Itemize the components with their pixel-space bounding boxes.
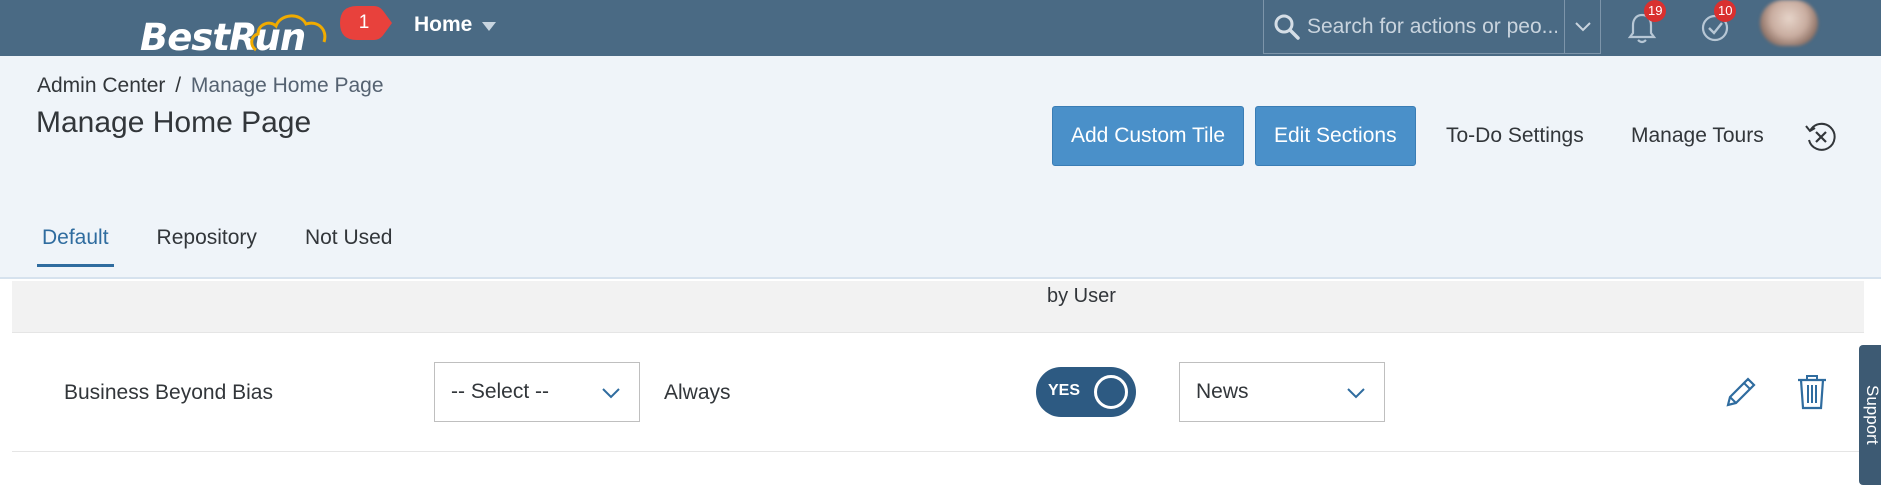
caret-down-icon — [482, 22, 497, 31]
tab-not-used[interactable]: Not Used — [300, 226, 398, 267]
notifications-button[interactable]: 19 — [1626, 0, 1667, 46]
tab-repository[interactable]: Repository — [152, 226, 262, 267]
table-header: by User — [12, 281, 1864, 333]
tab-bar: Default Repository Not Used — [37, 226, 435, 267]
notifications-count-badge: 19 — [1644, 0, 1667, 22]
restore-close-icon[interactable] — [1804, 120, 1838, 154]
support-label: Support — [1863, 385, 1881, 445]
cloud-icon — [250, 14, 327, 52]
add-custom-tile-button[interactable]: Add Custom Tile — [1052, 106, 1245, 166]
breadcrumb-separator: / — [175, 74, 182, 97]
breadcrumb: Admin Center / Manage Home Page — [37, 74, 384, 98]
tile-name: Business Beyond Bias — [64, 381, 273, 404]
visibility-value: Always — [664, 381, 731, 404]
user-avatar[interactable] — [1760, 0, 1818, 46]
todo-button[interactable]: 10 — [1698, 0, 1737, 46]
breadcrumb-current: Manage Home Page — [190, 74, 384, 97]
search-icon[interactable] — [1273, 13, 1301, 41]
tile-type-select-value: -- Select -- — [451, 380, 550, 403]
tile-type-select[interactable]: -- Select -- — [434, 362, 640, 422]
chevron-down-icon — [1574, 21, 1591, 31]
tab-default[interactable]: Default — [37, 226, 114, 267]
search-input[interactable] — [1307, 14, 1557, 39]
step-marker: 1 — [338, 4, 394, 42]
toggle-label: YES — [1048, 382, 1081, 399]
trash-icon[interactable] — [1794, 373, 1830, 411]
section-select[interactable]: News — [1179, 362, 1385, 422]
breadcrumb-admin-center[interactable]: Admin Center — [37, 74, 165, 97]
support-tab[interactable]: Support — [1859, 345, 1881, 485]
column-header-fragment: by User — [1047, 285, 1116, 307]
chevron-down-icon — [602, 388, 620, 399]
toggle-knob — [1094, 375, 1128, 409]
chevron-down-icon — [1347, 388, 1365, 399]
search-scope-dropdown[interactable] — [1565, 0, 1601, 54]
edit-sections-button[interactable]: Edit Sections — [1255, 106, 1416, 166]
removable-by-user-toggle[interactable]: YES — [1036, 367, 1136, 417]
table-row: Business Beyond Bias -- Select -- Always… — [12, 333, 1864, 452]
pencil-icon[interactable] — [1722, 373, 1758, 411]
page-header: Admin Center / Manage Home Page Manage H… — [0, 56, 1881, 279]
todo-settings-button[interactable]: To-Do Settings — [1446, 106, 1584, 166]
home-menu-button[interactable]: Home — [414, 13, 497, 37]
company-logo[interactable]: BestRun — [140, 12, 330, 59]
todo-count-badge: 10 — [1714, 0, 1737, 22]
page-title: Manage Home Page — [36, 106, 312, 139]
step-number: 1 — [358, 12, 370, 33]
section-select-value: News — [1196, 380, 1249, 403]
search-field — [1263, 0, 1565, 54]
shell-bar: BestRun 1 Home 19 — [0, 0, 1881, 59]
home-menu-label: Home — [414, 13, 473, 36]
manage-tours-button[interactable]: Manage Tours — [1631, 106, 1764, 166]
